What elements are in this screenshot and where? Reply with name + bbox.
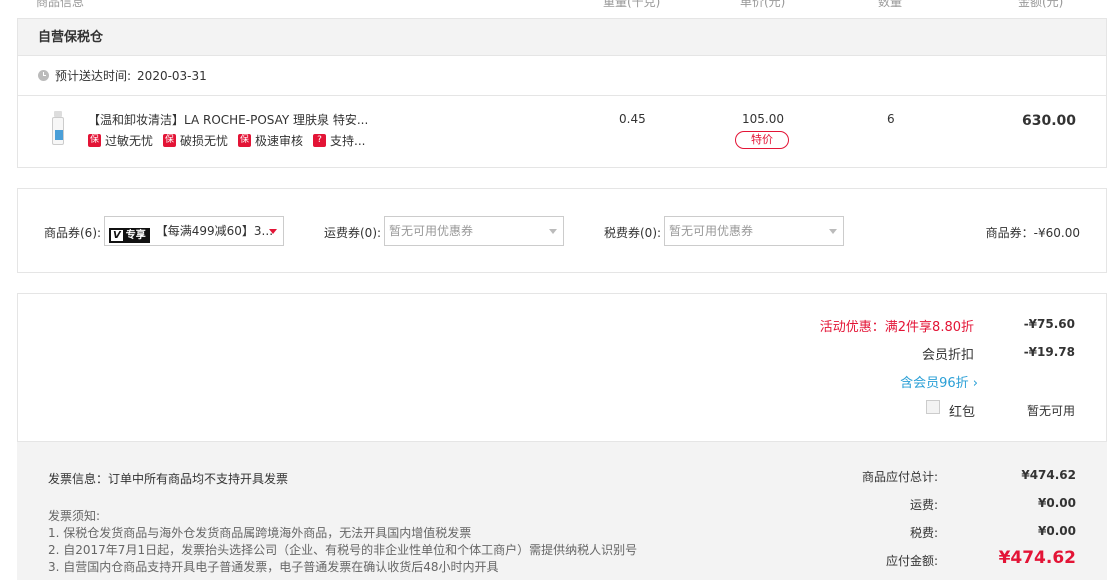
bottle-body xyxy=(52,117,64,145)
delivery-row: 预计送达时间: 2020-03-31 xyxy=(18,56,1106,96)
question-icon: ? xyxy=(313,134,327,147)
invoice-note: 2. 自2017年7月1日起，发票抬头选择公司（企业、有税号的非企业性单位和个体… xyxy=(48,543,638,557)
vip-exclusive-badge: V 专享 xyxy=(109,228,150,243)
tax-coupon-select[interactable]: 暂无可用优惠券 xyxy=(664,216,844,246)
goods-total-label: 商品应付总计: xyxy=(861,470,938,484)
chevron-down-icon xyxy=(549,229,557,234)
product-unit-price: 105.00 xyxy=(742,112,784,126)
service-tag-label: 破损无忧 xyxy=(180,134,229,148)
shipping-coupon-label: 运费券(0): xyxy=(324,226,382,240)
chevron-down-icon xyxy=(269,229,277,234)
chevron-down-icon xyxy=(829,229,837,234)
redpacket-value: 暂无可用 xyxy=(1026,404,1075,418)
service-tag-label: 过敏无忧 xyxy=(105,134,154,148)
product-thumbnail[interactable] xyxy=(51,111,65,147)
shipping-row: 运费: ¥0.00 xyxy=(856,496,1076,524)
service-tag[interactable]: ? 支持... xyxy=(313,132,366,149)
service-tag[interactable]: 保破损无忧 xyxy=(163,132,228,149)
order-section: 自营保税仓 预计送达时间: 2020-03-31 【温和卸妆清洁】LA ROCHE… xyxy=(17,18,1107,168)
guarantee-icon: 保 xyxy=(88,134,101,147)
bottle-label xyxy=(55,130,63,140)
tax-coupon-placeholder: 暂无可用优惠券 xyxy=(669,224,754,238)
shipping-coupon-placeholder: 暂无可用优惠券 xyxy=(389,224,474,238)
tax-label: 税费: xyxy=(909,526,938,540)
product-title[interactable]: 【温和卸妆清洁】LA ROCHE-POSAY 理肤泉 特安... xyxy=(88,111,368,128)
invoice-notes-title: 发票须知: xyxy=(48,509,101,523)
column-header-row: 商品信息 重量(千克) 单价(元) 数量 金额(元) xyxy=(18,0,1108,9)
promo-discount-label: 活动优惠：满2件享8.80折 xyxy=(819,320,974,335)
clock-icon xyxy=(38,70,49,81)
column-amount: 金额(元) xyxy=(1018,0,1064,9)
invoice-note: 3. 自营国内仓商品支持开具电子普通发票，电子普通发票在确认收货后48小时内开具 xyxy=(48,560,499,574)
service-tags: 保过敏无忧 保破损无忧 保极速审核 ? 支持... xyxy=(88,132,366,149)
invoice-info: 发票信息：订单中所有商品均不支持开具发票 xyxy=(48,472,289,486)
guarantee-icon: 保 xyxy=(238,134,252,147)
product-quantity: 6 xyxy=(887,112,895,126)
delivery-date: 2020-03-31 xyxy=(137,69,207,83)
tax-coupon-label: 税费券(0): xyxy=(604,226,662,240)
goods-total-row: 商品应付总计: ¥474.62 xyxy=(856,468,1076,496)
shipping-value: ¥0.00 xyxy=(1038,496,1076,510)
discount-section: 活动优惠：满2件享8.80折 -¥75.60 会员折扣 -¥19.78 含会员9… xyxy=(17,293,1107,441)
vip-v-icon: V xyxy=(111,230,123,241)
delivery-label: 预计送达时间: xyxy=(55,69,132,83)
invoice-note: 1. 保税仓发货商品与海外仓发货商品属跨境海外商品，无法开具国内增值税发票 xyxy=(48,526,472,540)
column-unit-price: 单价(元) xyxy=(740,0,786,9)
order-totals: 商品应付总计: ¥474.62 运费: ¥0.00 税费: ¥0.00 应付金额… xyxy=(856,468,1076,580)
product-weight: 0.45 xyxy=(619,112,646,126)
service-tag[interactable]: 保过敏无忧 xyxy=(88,132,153,149)
redpacket-label: 红包 xyxy=(949,405,976,420)
member-discount-value: -¥19.78 xyxy=(1023,345,1075,359)
product-coupon-select[interactable]: V 专享 【每满499减60】3... xyxy=(104,216,284,246)
special-price-badge: 特价 xyxy=(735,131,789,149)
tax-value: ¥0.00 xyxy=(1038,524,1076,538)
promo-discount-value: -¥75.60 xyxy=(1023,317,1075,331)
shipping-coupon-select[interactable]: 暂无可用优惠券 xyxy=(384,216,564,246)
payable-label: 应付金额: xyxy=(885,554,938,568)
coupon-section: 商品券(6): V 专享 【每满499减60】3... 运费券(0): 暂无可用优惠… xyxy=(17,188,1107,273)
redpacket-checkbox[interactable] xyxy=(926,400,940,414)
service-tag-label: 支持... xyxy=(330,134,366,148)
product-row: 【温和卸妆清洁】LA ROCHE-POSAY 理肤泉 特安... 保过敏无忧 保… xyxy=(18,96,1106,167)
warehouse-name: 自营保税仓 xyxy=(18,19,1106,56)
product-coupon-label: 商品券(6): xyxy=(44,226,102,240)
payable-row: 应付金额: ¥474.62 xyxy=(856,548,1076,580)
service-tag[interactable]: 保极速审核 xyxy=(238,132,303,149)
member-discount-label: 会员折扣 xyxy=(921,348,974,363)
vip-badge-text: 专享 xyxy=(125,230,146,241)
column-weight: 重量(千克) xyxy=(603,0,661,9)
invoice-notes: 发票须知: 1. 保税仓发货商品与海外仓发货商品属跨境海外商品，无法开具国内增值… xyxy=(48,508,637,576)
product-coupon-value: 【每满499减60】3... xyxy=(155,224,274,238)
payable-value: ¥474.62 xyxy=(998,548,1076,568)
shipping-label: 运费: xyxy=(909,498,938,512)
product-amount: 630.00 xyxy=(1022,113,1077,129)
coupon-summary: 商品券：-¥60.00 xyxy=(985,226,1080,240)
goods-total-value: ¥474.62 xyxy=(1021,468,1076,482)
guarantee-icon: 保 xyxy=(163,134,177,147)
service-tag-label: 极速审核 xyxy=(255,134,304,148)
member-rate-link[interactable]: 含会员96折 › xyxy=(900,372,978,391)
column-quantity: 数量 xyxy=(878,0,903,9)
column-product-info: 商品信息 xyxy=(36,0,85,9)
invoice-section: 发票信息：订单中所有商品均不支持开具发票 发票须知: 1. 保税仓发货商品与海外… xyxy=(17,441,1107,580)
